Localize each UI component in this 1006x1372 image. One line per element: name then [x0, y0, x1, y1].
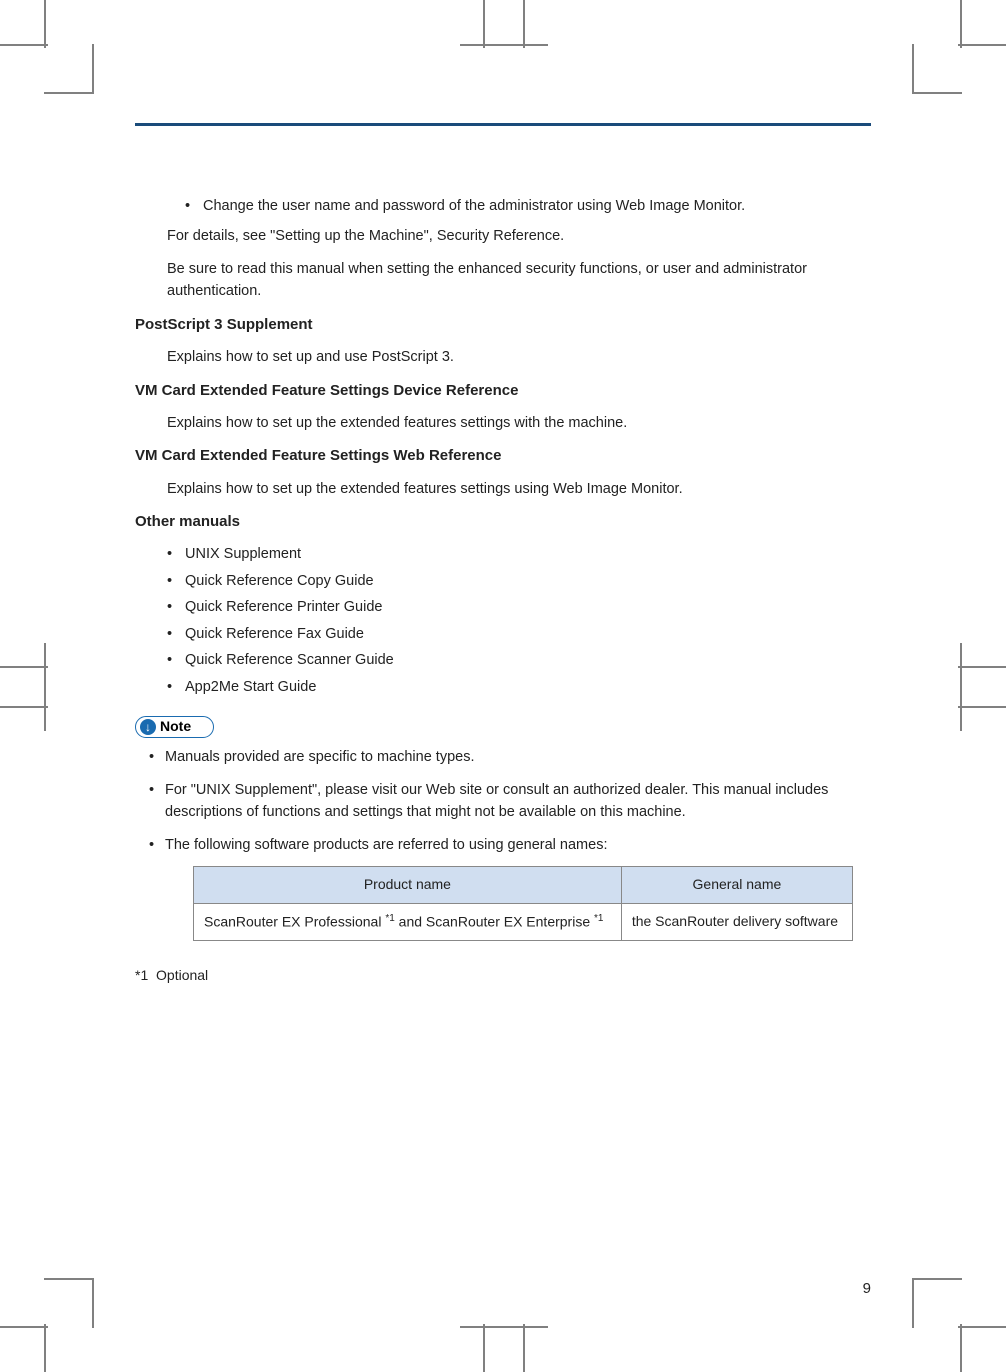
table-row: ScanRouter EX Professional *1 and ScanRo…: [194, 903, 853, 940]
intro-bullet: Change the user name and password of the…: [185, 195, 871, 217]
header-rule: [135, 123, 871, 126]
page: Change the user name and password of the…: [80, 55, 926, 1317]
table-header-product: Product name: [194, 866, 622, 903]
footnote-ref: *1: [135, 967, 148, 983]
sup-ref: *1: [385, 913, 394, 924]
table-cell-general: the ScanRouter delivery software: [621, 903, 852, 940]
list-item: Quick Reference Scanner Guide: [167, 649, 871, 671]
list-item: Quick Reference Printer Guide: [167, 596, 871, 618]
table-cell-product: ScanRouter EX Professional *1 and ScanRo…: [194, 903, 622, 940]
list-item: UNIX Supplement: [167, 543, 871, 565]
other-manuals-list: UNIX Supplement Quick Reference Copy Gui…: [167, 543, 871, 698]
text: and ScanRouter EX Enterprise: [395, 913, 594, 929]
para: Explains how to set up the extended feat…: [167, 478, 871, 500]
note-item: Manuals provided are specific to machine…: [149, 746, 871, 768]
list-item: App2Me Start Guide: [167, 676, 871, 698]
para: Explains how to set up and use PostScrip…: [167, 346, 871, 368]
heading-vm-web: VM Card Extended Feature Settings Web Re…: [135, 444, 871, 467]
note-label: Note: [160, 716, 191, 738]
body-content: Change the user name and password of the…: [135, 195, 871, 997]
software-table: Product name General name ScanRouter EX …: [193, 866, 853, 941]
heading-postscript: PostScript 3 Supplement: [135, 313, 871, 336]
footnote: *1 Optional: [135, 965, 871, 987]
para: Be sure to read this manual when setting…: [167, 258, 871, 303]
bullet-item: Change the user name and password of the…: [185, 195, 871, 217]
page-number: 9: [863, 1280, 871, 1297]
list-item: Quick Reference Copy Guide: [167, 570, 871, 592]
heading-vm-device: VM Card Extended Feature Settings Device…: [135, 379, 871, 402]
list-item: Quick Reference Fax Guide: [167, 623, 871, 645]
note-item: The following software products are refe…: [149, 834, 871, 856]
arrow-down-icon: ↓: [140, 719, 156, 735]
note-badge: ↓ Note: [135, 716, 214, 738]
para: For details, see "Setting up the Machine…: [167, 225, 871, 247]
footnote-text: Optional: [156, 967, 208, 983]
text: ScanRouter EX Professional: [204, 913, 385, 929]
sup-ref: *1: [594, 913, 603, 924]
para: Explains how to set up the extended feat…: [167, 412, 871, 434]
note-item: For "UNIX Supplement", please visit our …: [149, 779, 871, 824]
heading-other-manuals: Other manuals: [135, 510, 871, 533]
table-header-general: General name: [621, 866, 852, 903]
note-list: Manuals provided are specific to machine…: [149, 746, 871, 856]
